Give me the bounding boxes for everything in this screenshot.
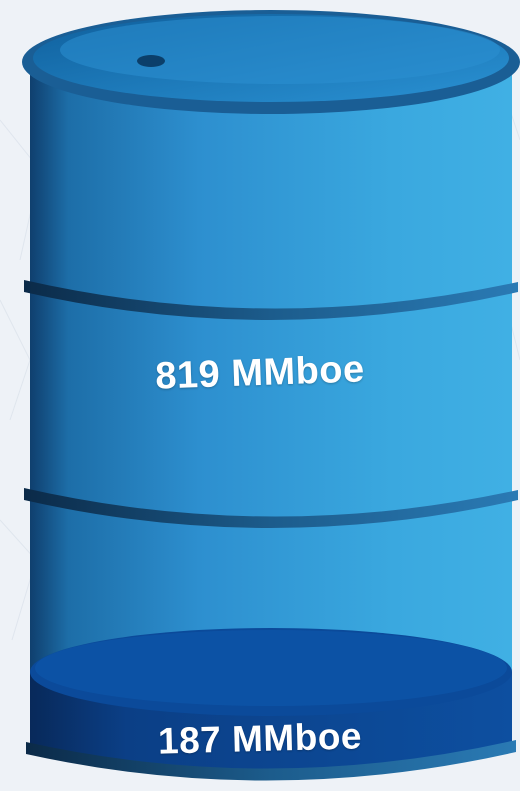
bung-hole-icon [137,55,165,67]
barrel-graphic: 819 MMboe 187 MMboe [0,0,520,791]
barrel-top-highlight [60,16,500,84]
fill-surface-highlight [35,630,507,706]
